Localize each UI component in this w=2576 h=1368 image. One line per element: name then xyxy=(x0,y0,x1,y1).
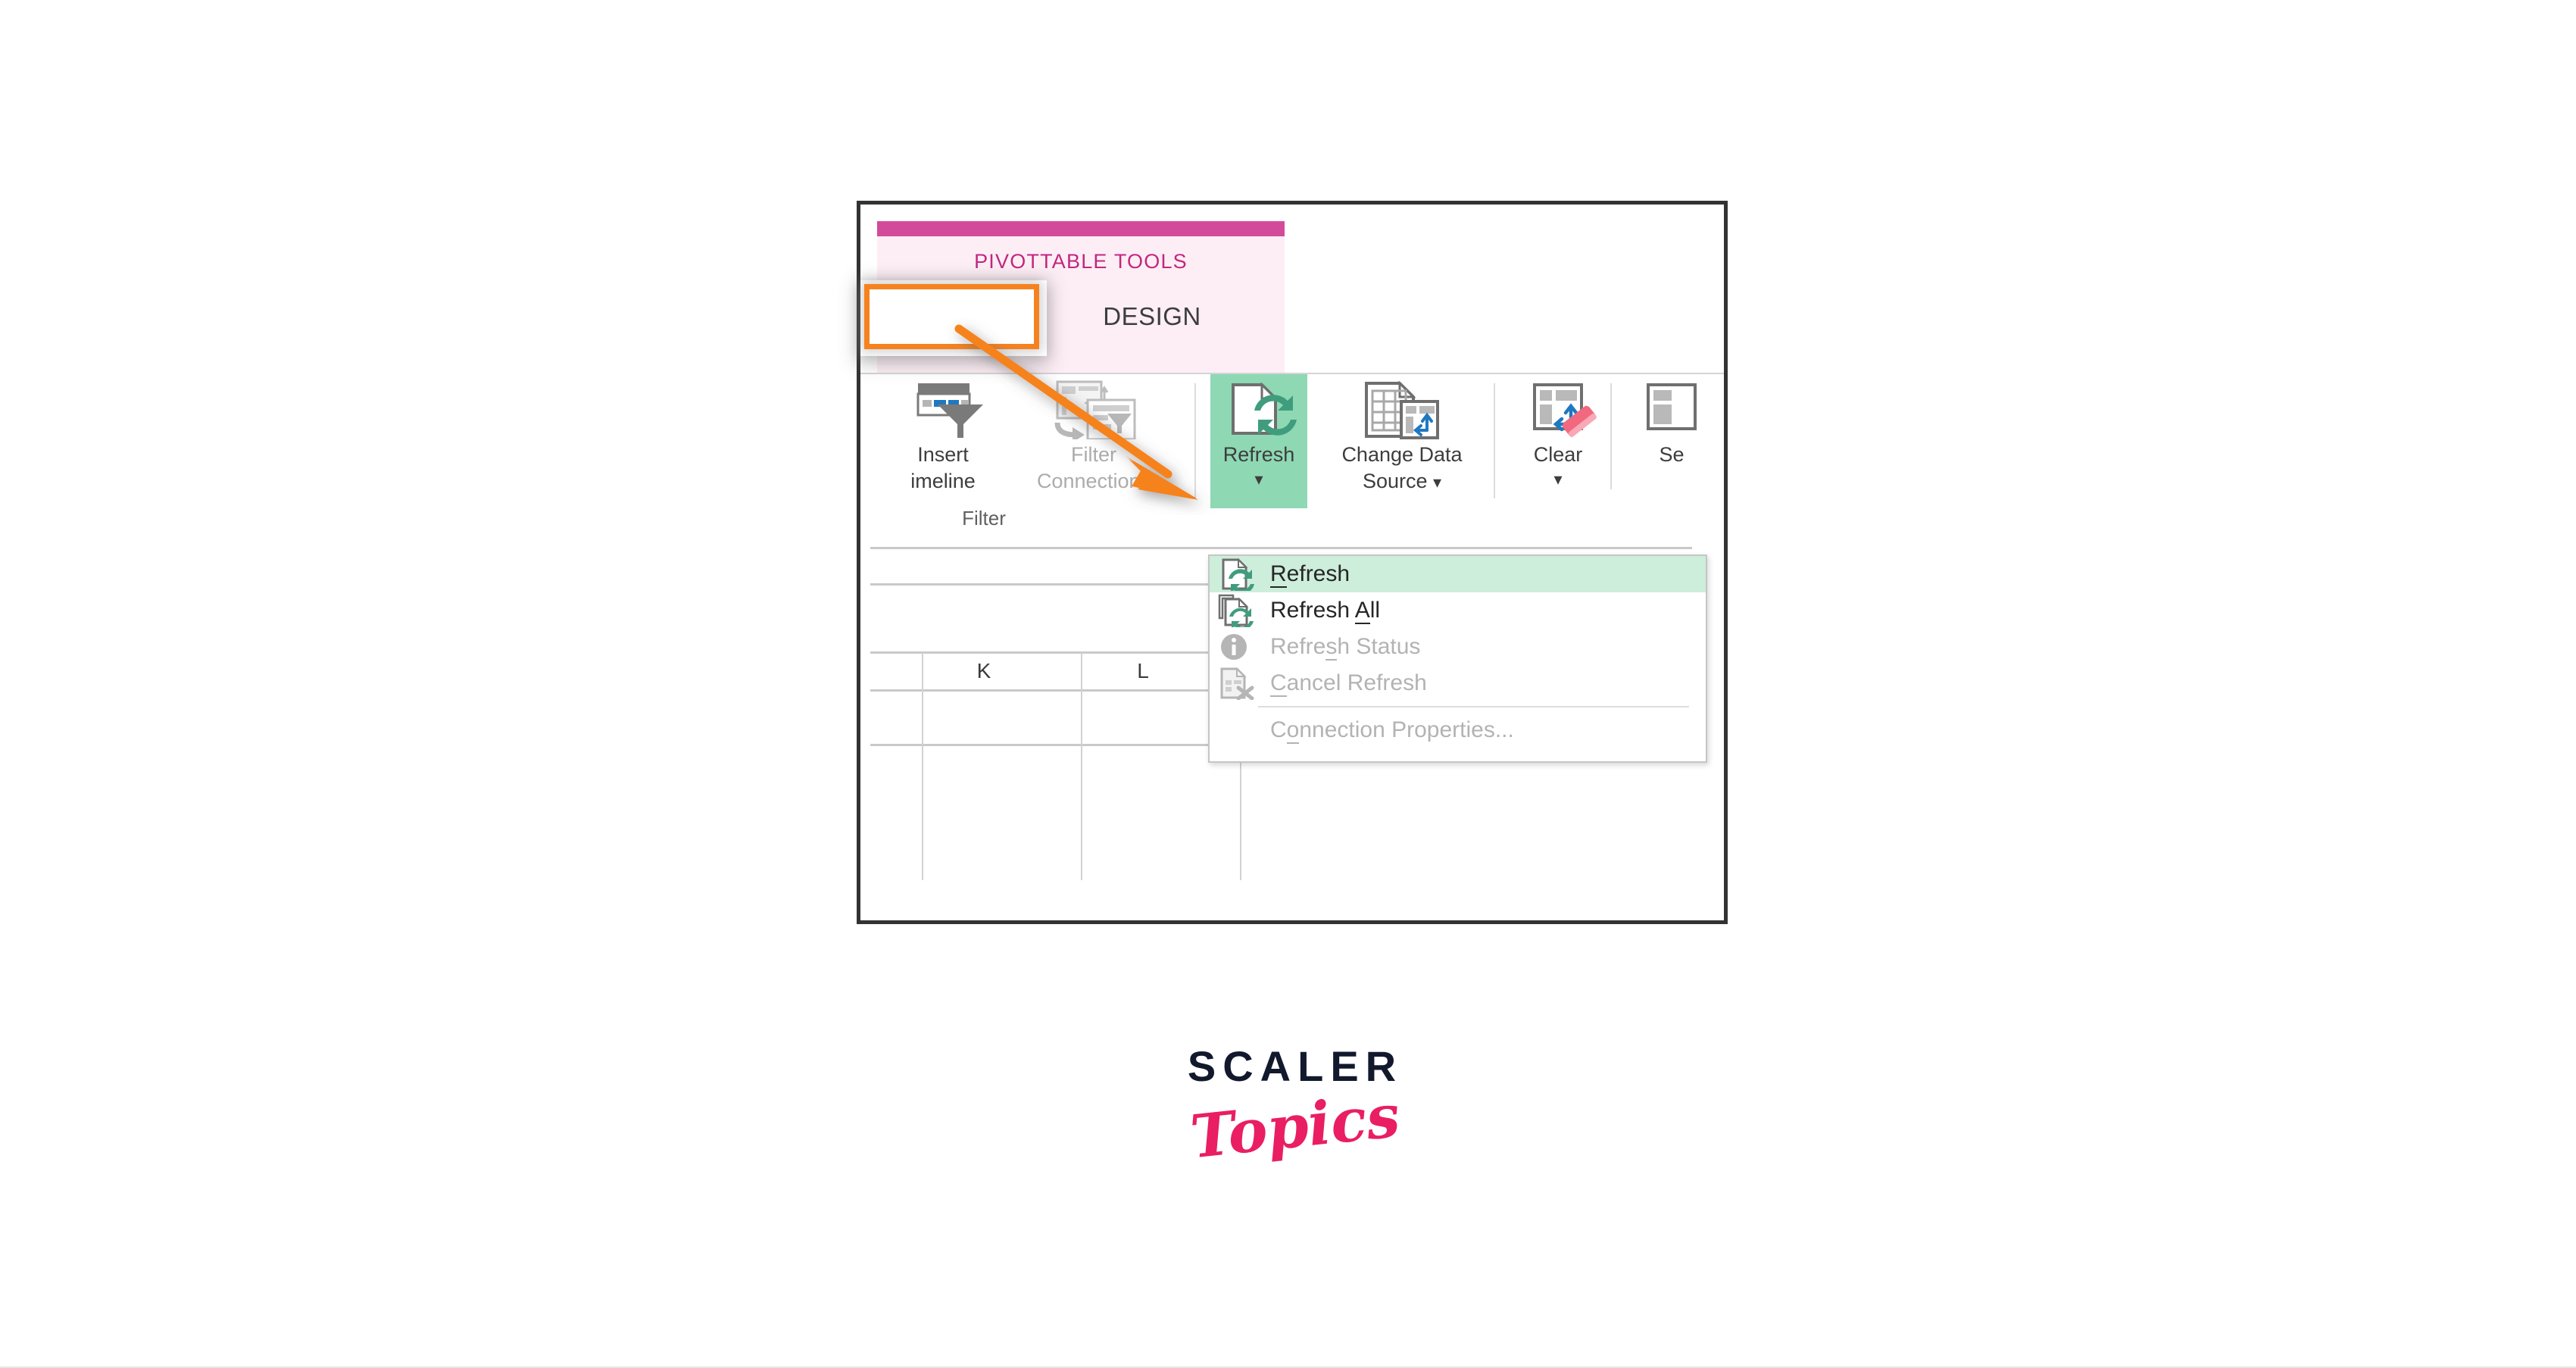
change-data-source-label-line2: Source ▾ xyxy=(1362,470,1442,493)
tab-design[interactable]: DESIGN xyxy=(1057,286,1247,347)
refresh-dropdown-arrow[interactable]: ▾ xyxy=(1210,466,1307,489)
column-header-l[interactable]: L xyxy=(1075,659,1211,683)
info-icon xyxy=(1217,630,1257,664)
cancel-refresh-icon xyxy=(1217,667,1257,701)
filter-connections-label-line2: Connections xyxy=(1036,470,1151,493)
refresh-doc-icon xyxy=(1217,558,1257,594)
insert-timeline-icon xyxy=(871,380,1015,439)
select-button[interactable]: Se xyxy=(1622,380,1721,466)
group-separator-3 xyxy=(1610,383,1612,489)
menu-item-cancel-refresh[interactable]: Cancel Refresh xyxy=(1210,665,1706,701)
menu-item-connection-properties-label: Connection Properties... xyxy=(1270,717,1514,744)
insert-timeline-label-line2: imeline xyxy=(910,470,976,493)
logo-secondary-text: Topics xyxy=(1187,1081,1404,1173)
ribbon-toolbar: Insert imeline Filter Connections Refres… xyxy=(860,373,1724,508)
select-icon xyxy=(1622,380,1721,439)
menu-separator xyxy=(1258,706,1689,707)
filter-connections-button[interactable]: Filter Connections xyxy=(1018,380,1169,492)
clear-dropdown-arrow[interactable]: ▾ xyxy=(1509,466,1607,489)
insert-timeline-button[interactable]: Insert imeline xyxy=(871,380,1015,492)
column-header-k[interactable]: K xyxy=(916,659,1052,683)
change-data-source-button[interactable]: Change Data Source ▾ xyxy=(1312,380,1492,492)
grid-col-line-2 xyxy=(1081,653,1082,880)
clear-icon xyxy=(1509,380,1607,439)
select-label: Se xyxy=(1659,443,1685,466)
menu-item-refresh-status-label: Refresh Status xyxy=(1270,634,1421,661)
refresh-dropdown-menu: Refresh Refresh All Refresh Status Cance… xyxy=(1208,554,1707,763)
menu-item-refresh[interactable]: Refresh xyxy=(1210,556,1706,594)
clear-button[interactable]: Clear ▾ xyxy=(1509,380,1607,489)
menu-item-cancel-refresh-label: Cancel Refresh xyxy=(1270,670,1427,697)
excel-screenshot-frame: PIVOTTABLE TOOLS ANALYZE DESIGN xyxy=(857,201,1728,924)
connection-properties-icon-placeholder xyxy=(1217,714,1257,747)
change-data-source-label-line1: Change Data xyxy=(1341,443,1463,466)
filter-connections-label-line1: Filter xyxy=(1071,443,1116,466)
ribbon-bottom-rule xyxy=(870,547,1692,549)
menu-item-refresh-status[interactable]: Refresh Status xyxy=(1210,629,1706,665)
insert-timeline-label-line1: Insert xyxy=(917,443,969,466)
context-banner-title: PIVOTTABLE TOOLS xyxy=(974,250,1188,273)
menu-item-refresh-all-label: Refresh All xyxy=(1270,598,1381,624)
menu-item-refresh-all[interactable]: Refresh All xyxy=(1210,592,1706,630)
clear-label: Clear xyxy=(1533,443,1583,466)
refresh-all-icon xyxy=(1217,594,1257,630)
refresh-icon xyxy=(1210,380,1307,439)
scaler-topics-logo: SCALER Topics xyxy=(1159,1042,1432,1216)
filter-connections-icon xyxy=(1018,380,1169,442)
change-data-source-dropdown-arrow[interactable]: ▾ xyxy=(1433,473,1441,492)
refresh-label: Refresh xyxy=(1222,443,1295,466)
filter-group-caption: Filter xyxy=(962,507,1006,529)
change-data-source-icon xyxy=(1312,380,1492,439)
menu-item-connection-properties[interactable]: Connection Properties... xyxy=(1210,712,1706,748)
analyze-tab-highlight-box xyxy=(864,284,1039,349)
grid-col-line-1 xyxy=(922,653,923,880)
group-separator-1 xyxy=(1194,383,1196,498)
group-separator-2 xyxy=(1494,383,1495,498)
ribbon-group-caption-row: Filter xyxy=(860,507,1724,543)
context-banner-accent-bar xyxy=(877,221,1285,236)
menu-item-refresh-label: Refresh xyxy=(1270,561,1350,588)
refresh-button[interactable]: Refresh ▾ xyxy=(1210,374,1307,508)
